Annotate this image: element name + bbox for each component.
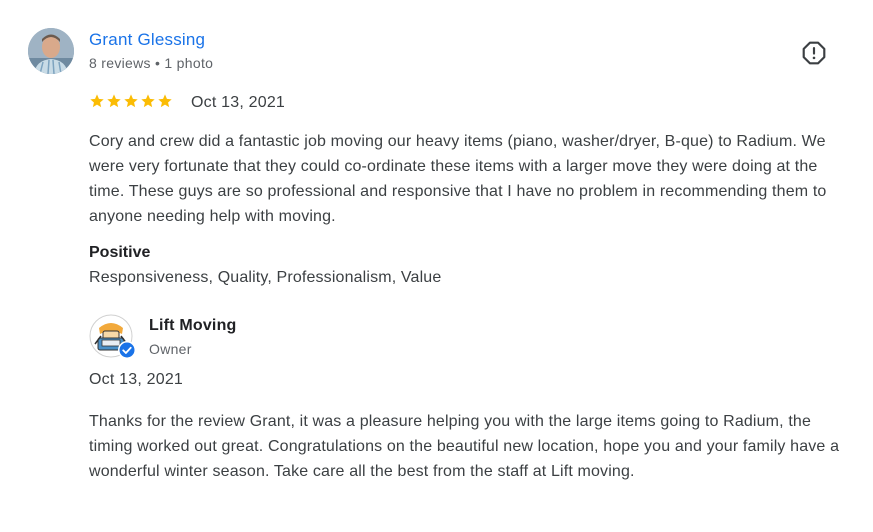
report-icon [802, 41, 826, 65]
response-text: Thanks for the review Grant, it was a pl… [89, 413, 840, 480]
report-review-button[interactable] [801, 40, 827, 66]
reviewer-meta: 8 reviews • 1 photo [89, 55, 214, 71]
reviewer-avatar[interactable] [28, 28, 74, 74]
owner-role: Owner [149, 341, 192, 357]
star-rating [89, 93, 173, 113]
verified-badge-icon [118, 341, 136, 359]
review-date: Oct 13, 2021 [191, 94, 286, 111]
review-text: Cory and crew did a fantastic job moving… [89, 133, 827, 225]
star-icon [141, 94, 155, 108]
response-date: Oct 13, 2021 [89, 371, 184, 388]
star-icon [107, 94, 121, 108]
star-icon [158, 94, 172, 108]
positive-values: Responsiveness, Quality, Professionalism… [89, 269, 442, 286]
star-icon [124, 94, 138, 108]
owner-avatar [89, 314, 136, 359]
star-icon [90, 94, 104, 108]
positive-title: Positive [89, 244, 151, 261]
owner-name: Lift Moving [149, 317, 237, 334]
reviewer-name-link[interactable]: Grant Glessing [89, 30, 205, 50]
